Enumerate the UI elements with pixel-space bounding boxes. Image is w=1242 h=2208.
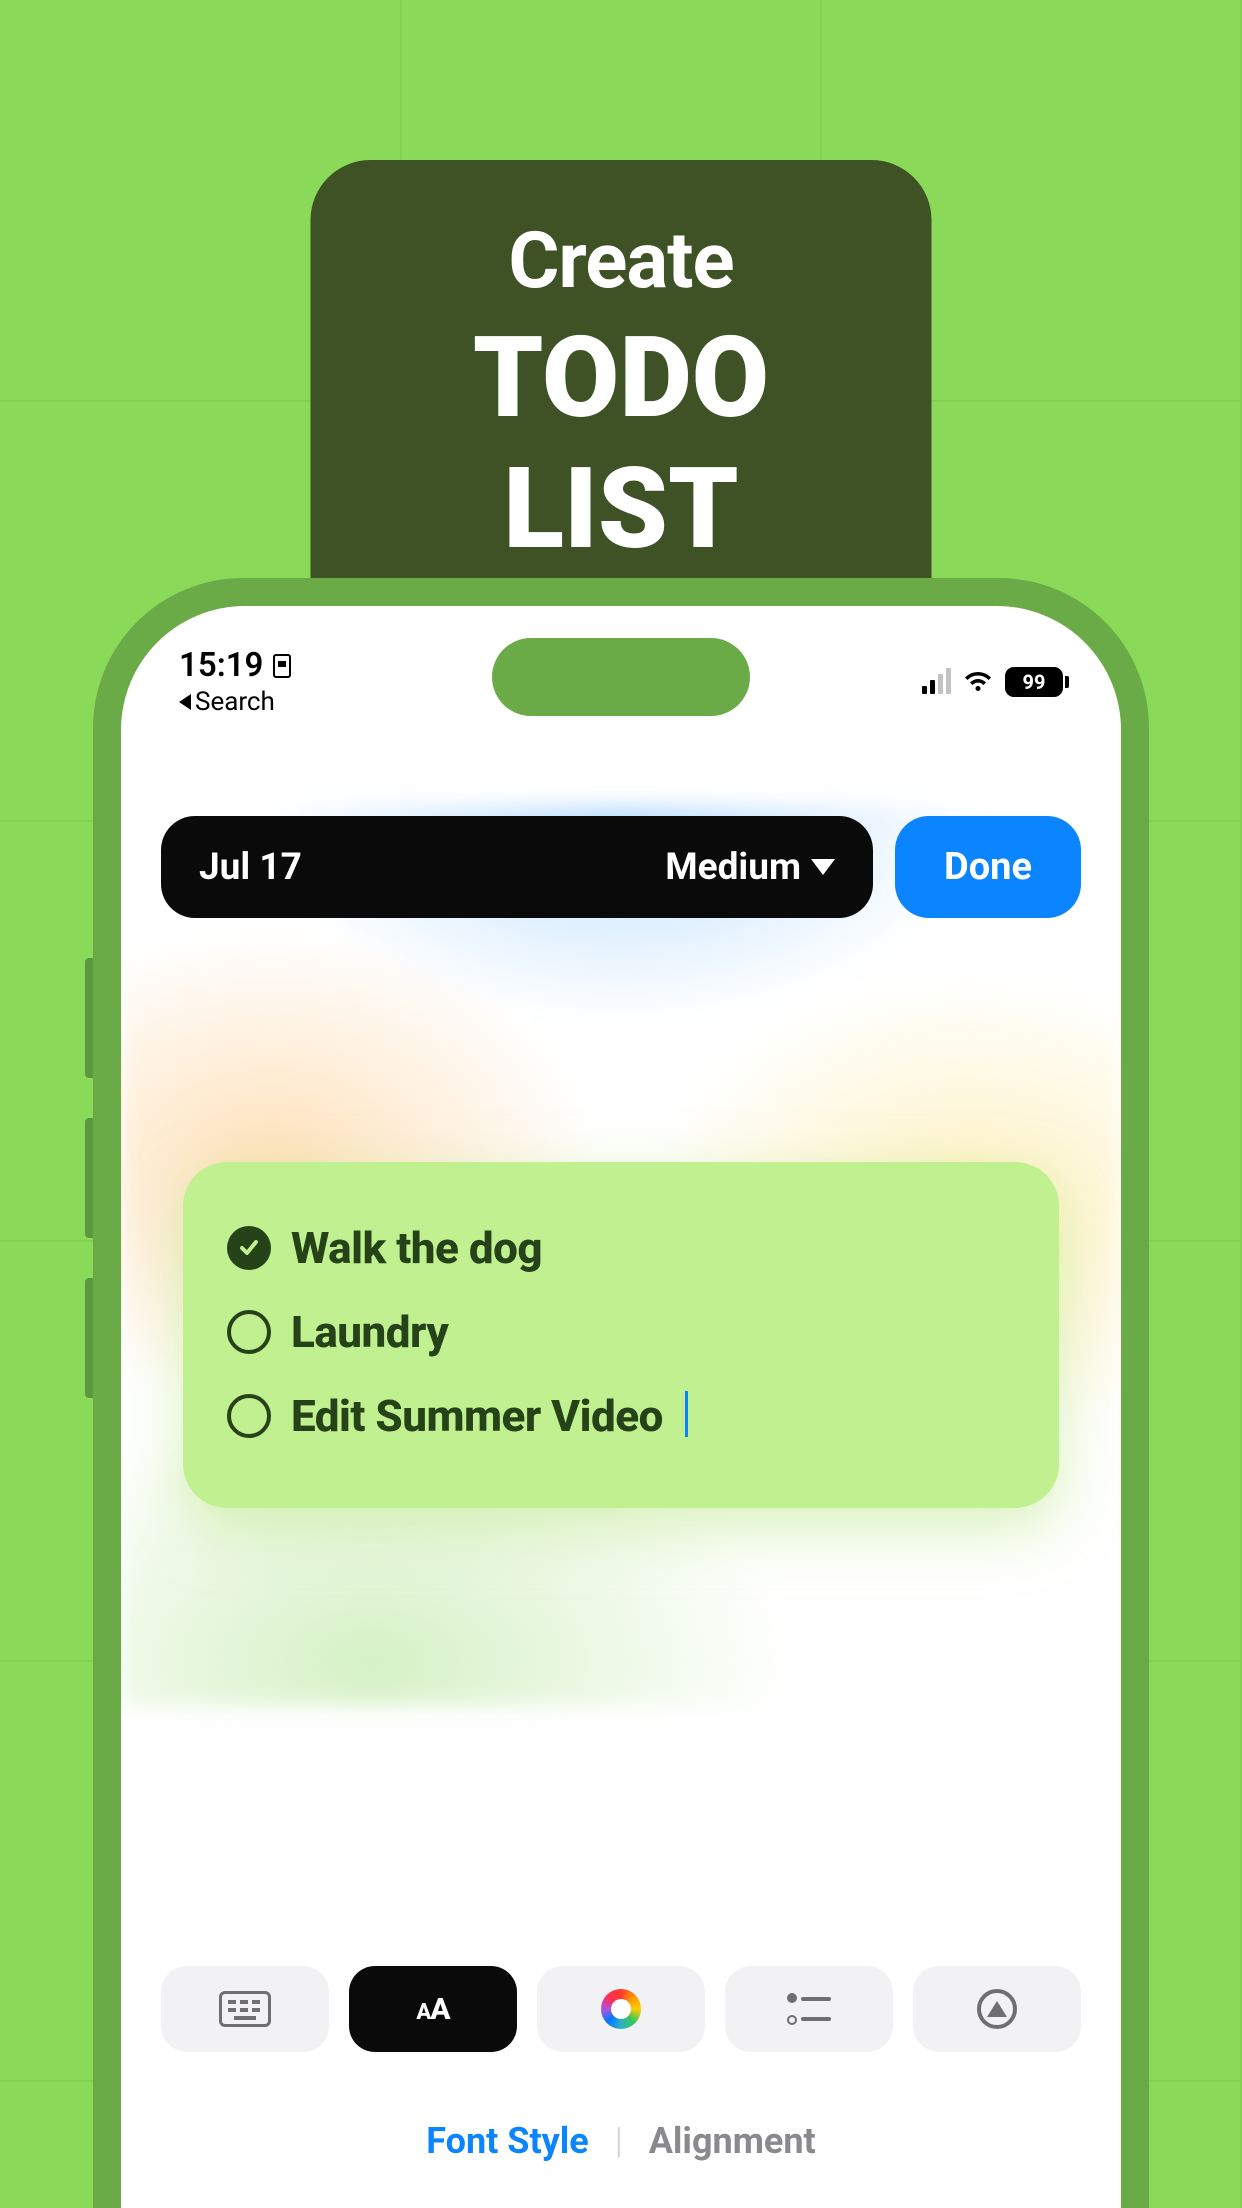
status-time-group: 15:19 [179, 646, 291, 685]
back-to-search[interactable]: Search [179, 687, 291, 717]
checkbox-checked-icon[interactable] [227, 1226, 271, 1270]
keyboard-button[interactable] [161, 1966, 329, 2052]
date-size-bar[interactable]: Jul 17 Medium [161, 816, 873, 918]
checkbox-empty-icon[interactable] [227, 1394, 271, 1438]
tab-divider: | [615, 2120, 623, 2162]
editor-toolbar: AA [161, 1966, 1081, 2052]
color-wheel-icon [601, 1989, 641, 2029]
todo-text[interactable]: Laundry [291, 1306, 448, 1358]
todo-row[interactable]: Edit Summer Video [227, 1374, 1015, 1458]
hero-line1: Create [401, 216, 842, 307]
phone-screen: 15:19 Search 99 [121, 606, 1121, 2208]
list-icon [787, 1991, 831, 2027]
text-cursor [685, 1391, 688, 1437]
hero-line2: TODO LIST [401, 313, 842, 575]
done-button[interactable]: Done [895, 816, 1081, 918]
chevron-down-icon [811, 859, 835, 875]
style-subtabs: Font Style | Alignment [121, 2120, 1121, 2162]
size-select[interactable]: Medium [665, 846, 835, 889]
markup-icon [977, 1989, 1017, 2029]
tab-alignment[interactable]: Alignment [649, 2120, 816, 2162]
battery-value: 99 [1023, 670, 1046, 694]
back-label: Search [195, 687, 275, 717]
todo-text[interactable]: Edit Summer Video [291, 1390, 663, 1442]
phone-side-button [85, 1118, 93, 1238]
status-right: 99 [922, 667, 1063, 697]
list-style-button[interactable] [725, 1966, 893, 2052]
status-time: 15:19 [179, 646, 263, 685]
phone-side-button [85, 1278, 93, 1398]
todo-row[interactable]: Laundry [227, 1290, 1015, 1374]
wifi-icon [963, 670, 993, 694]
todo-text[interactable]: Walk the dog [291, 1222, 542, 1274]
date-label: Jul 17 [199, 846, 302, 889]
keyboard-icon [219, 1991, 271, 2027]
text-style-button[interactable]: AA [349, 1966, 517, 2052]
markup-button[interactable] [913, 1966, 1081, 2052]
hero-pill: Create TODO LIST [311, 160, 932, 639]
sim-icon [273, 654, 291, 678]
dynamic-island [492, 638, 750, 716]
phone-frame: 15:19 Search 99 [93, 578, 1149, 2208]
text-style-icon: AA [416, 1992, 449, 2027]
tab-font-style[interactable]: Font Style [426, 2120, 588, 2162]
battery-indicator: 99 [1005, 667, 1063, 697]
back-chevron-icon [179, 694, 191, 710]
done-label: Done [944, 845, 1032, 889]
size-label: Medium [665, 846, 801, 889]
color-button[interactable] [537, 1966, 705, 2052]
todo-widget-card[interactable]: Walk the dog Laundry Edit Summer Video [183, 1162, 1059, 1508]
checkbox-empty-icon[interactable] [227, 1310, 271, 1354]
phone-side-button [85, 958, 93, 1078]
cellular-icon [922, 670, 951, 694]
todo-row[interactable]: Walk the dog [227, 1206, 1015, 1290]
